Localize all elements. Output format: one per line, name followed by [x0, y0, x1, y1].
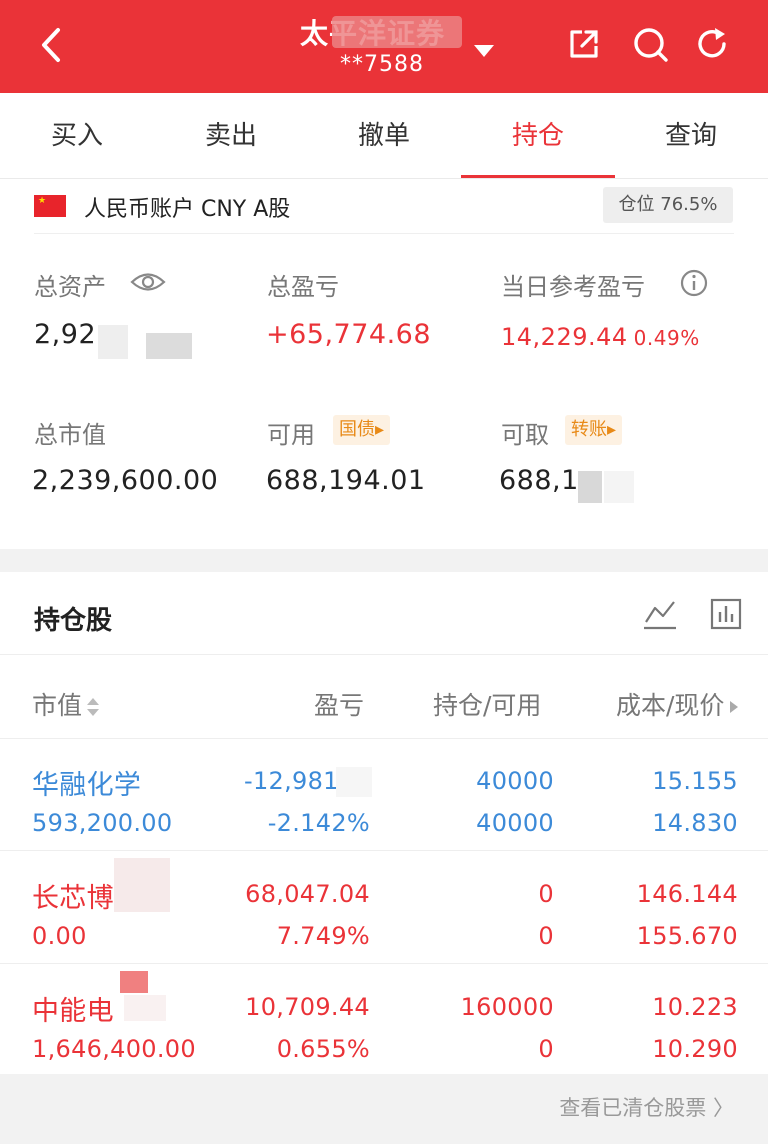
tab-positions[interactable]: 持仓: [461, 93, 615, 179]
app-header: 太平洋证券 **7588: [0, 0, 768, 93]
column-header-cost-price[interactable]: 成本/现价: [616, 686, 740, 722]
stock-market-value: 593,200.00: [32, 809, 173, 837]
total-pnl-value: +65,774.68: [266, 319, 432, 350]
table-row[interactable]: 华融化学 593,200.00 -12,981 -2.142% 40000 40…: [0, 739, 768, 851]
account-switcher[interactable]: 太平洋证券 **7588: [260, 12, 510, 82]
stock-pnl: 68,047.04: [245, 880, 370, 908]
withdrawable-label: 可取: [501, 421, 549, 449]
withdrawable-value: 688,1: [499, 465, 579, 496]
search-icon[interactable]: [630, 24, 670, 64]
stock-market-value: 1,646,400.00: [32, 1035, 196, 1063]
stock-position: 40000: [476, 767, 554, 795]
divider: [34, 233, 734, 234]
active-tab-indicator: [461, 175, 615, 178]
divider: [0, 654, 768, 655]
china-flag-icon: ★: [34, 195, 66, 217]
stock-position: 160000: [460, 993, 554, 1021]
column-header-market-value[interactable]: 市值: [32, 686, 100, 722]
total-pnl-label: 总盈亏: [267, 273, 339, 301]
daily-pnl-percent: 0.49%: [633, 326, 700, 350]
stock-available: 0: [538, 922, 554, 950]
bar-chart-icon[interactable]: [706, 594, 746, 634]
view-cleared-stocks-link[interactable]: 查看已清仓股票 〉: [559, 1092, 734, 1122]
account-type-label: 人民币账户 CNY A股: [84, 197, 291, 222]
daily-pnl-amount: 14,229.44: [501, 323, 628, 351]
tab-cancel[interactable]: 撤单: [307, 93, 461, 179]
trend-chart-icon[interactable]: [640, 594, 680, 634]
column-header-pnl: 盈亏: [314, 691, 365, 720]
treasury-bond-tag[interactable]: 国债▸: [333, 415, 391, 445]
position-ratio-badge: 仓位 76.5%: [603, 187, 733, 223]
holdings-panel: 持仓股 市值 盈亏 持仓/可用 成本/现价 华融化学 593,200.00 -1…: [0, 572, 768, 1074]
stock-pnl-percent: 7.749%: [276, 922, 370, 950]
holdings-title: 持仓股: [34, 606, 113, 636]
stock-name: 华融化学: [32, 770, 142, 801]
tab-sell[interactable]: 卖出: [154, 93, 308, 179]
market-value-label: 总市值: [34, 421, 106, 449]
privacy-mask: [332, 16, 462, 48]
transfer-tag[interactable]: 转账▸: [565, 415, 623, 445]
stock-available: 0: [538, 1035, 554, 1063]
stock-cost: 10.223: [652, 993, 738, 1021]
stock-market-value: 0.00: [32, 922, 87, 950]
privacy-mask: [336, 767, 372, 797]
privacy-mask: [578, 471, 602, 503]
table-row[interactable]: 长芯博 0.00 68,047.04 7.749% 0 0 146.144 15…: [0, 852, 768, 964]
stock-cost: 146.144: [636, 880, 738, 908]
stock-pnl: -12,981: [244, 767, 339, 795]
eye-icon[interactable]: [130, 269, 166, 295]
share-icon[interactable]: [564, 24, 604, 64]
caret-down-icon: [474, 45, 494, 57]
tab-buy[interactable]: 买入: [0, 93, 154, 179]
info-icon[interactable]: [680, 269, 708, 297]
market-value-value: 2,239,600.00: [32, 465, 219, 496]
stock-cost: 15.155: [652, 767, 738, 795]
total-assets-label: 总资产: [34, 273, 106, 301]
privacy-mask: [124, 995, 166, 1021]
column-header-label: 成本/现价: [616, 691, 725, 720]
privacy-mask: [120, 971, 148, 993]
stock-pnl-percent: 0.655%: [276, 1035, 370, 1063]
stock-pnl-percent: -2.142%: [267, 809, 370, 837]
total-assets-value: 2,92: [34, 319, 97, 350]
stock-price: 155.670: [636, 922, 738, 950]
column-header-position: 持仓/可用: [433, 691, 542, 720]
sort-icon: [87, 698, 100, 716]
stock-pnl: 10,709.44: [245, 993, 370, 1021]
daily-pnl-value: 14,229.44 0.49%: [501, 323, 700, 351]
available-label: 可用: [267, 421, 315, 449]
stock-position: 0: [538, 880, 554, 908]
tab-query[interactable]: 查询: [614, 93, 768, 179]
stock-name: 中能电: [32, 996, 114, 1027]
trade-tabs: 买入 卖出 撤单 持仓 查询: [0, 93, 768, 179]
chevron-right-icon: [730, 701, 739, 713]
stock-price: 14.830: [652, 809, 738, 837]
account-number: **7588: [340, 52, 424, 77]
privacy-mask: [114, 858, 170, 912]
refresh-icon[interactable]: [692, 24, 732, 64]
privacy-mask: [146, 333, 192, 359]
stock-price: 10.290: [652, 1035, 738, 1063]
account-summary: ★ 人民币账户 CNY A股 仓位 76.5% 总资产 2,92 总盈亏 +65…: [0, 179, 768, 549]
daily-pnl-label: 当日参考盈亏: [501, 273, 645, 301]
stock-available: 40000: [476, 809, 554, 837]
back-icon[interactable]: [30, 22, 76, 68]
table-row[interactable]: 中能电 1,646,400.00 10,709.44 0.655% 160000…: [0, 965, 768, 1077]
privacy-mask: [604, 471, 634, 503]
available-value: 688,194.01: [266, 465, 426, 496]
stock-name: 长芯博: [32, 883, 114, 914]
column-header-label: 市值: [32, 691, 83, 720]
privacy-mask: [98, 325, 128, 359]
